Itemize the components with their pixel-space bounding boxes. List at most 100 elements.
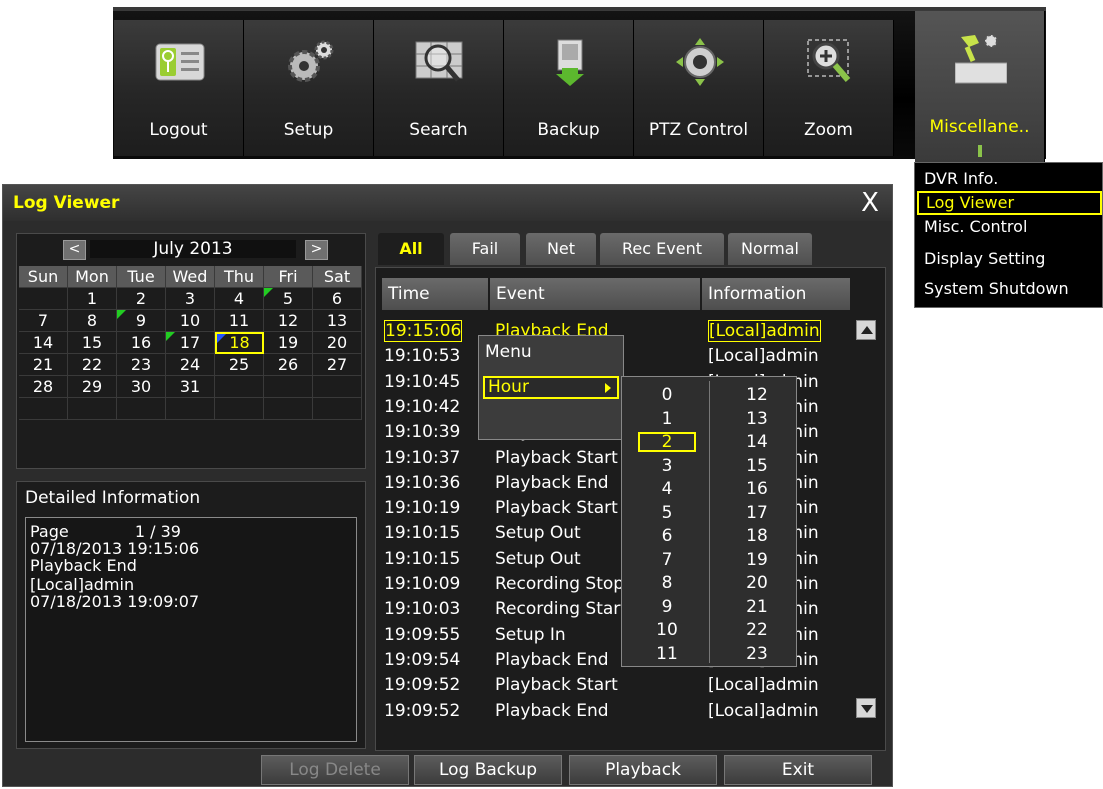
toolbar-label: Zoom [803,120,853,140]
menu-item-dvr-info[interactable]: DVR Info. [917,167,1102,191]
miscellaneous-button[interactable]: Miscellane.. [915,11,1045,163]
calendar-day[interactable]: 26 [264,354,313,376]
table-row[interactable]: 19:09:52 Playback Start [Local]admin [382,674,844,696]
miscellaneous-menu: DVR Info. Log Viewer Misc. Control Displ… [914,162,1103,308]
hour-option[interactable]: 18 [728,526,786,546]
calendar-weekday-row: Sun Mon Tue Wed Thu Fri Sat [19,266,363,288]
menu-item-system-shutdown[interactable]: System Shutdown [917,277,1102,301]
calendar-day[interactable]: 9 [117,310,166,332]
hour-option[interactable]: 8 [638,573,696,593]
calendar-day[interactable]: 17 [166,332,215,354]
hour-option[interactable]: 22 [728,620,786,640]
calendar-day[interactable]: 15 [68,332,117,354]
table-row[interactable]: 19:09:52 Playback End [Local]admin [382,700,844,722]
calendar-day[interactable]: 24 [166,354,215,376]
prev-month-button[interactable]: < [63,240,86,260]
tab-rec-event[interactable]: Rec Event [600,233,724,265]
calendar-day[interactable]: 30 [117,376,166,398]
calendar-empty-cell [264,398,313,420]
calendar-day[interactable]: 13 [313,310,362,332]
recording-mark-icon [117,310,126,319]
log-backup-button[interactable]: Log Backup [414,755,562,785]
exit-button[interactable]: Exit [724,755,872,785]
close-icon[interactable]: X [855,189,885,217]
backup-button[interactable]: Backup [504,20,634,156]
calendar-day[interactable]: 6 [313,288,362,310]
next-month-button[interactable]: > [305,240,328,260]
log-time: 19:10:42 [384,396,461,417]
calendar-day[interactable]: 28 [19,376,68,398]
tab-all[interactable]: All [378,233,444,265]
hour-option[interactable]: 12 [728,385,786,405]
hour-option[interactable]: 1 [638,409,696,429]
calendar-day[interactable]: 25 [215,354,264,376]
hour-option[interactable]: 2 [638,432,696,452]
calendar-day[interactable]: 11 [215,310,264,332]
hour-option[interactable]: 15 [728,456,786,476]
playback-button[interactable]: Playback [569,755,717,785]
hour-option[interactable]: 4 [638,479,696,499]
hour-option[interactable]: 9 [638,597,696,617]
calendar-day[interactable]: 27 [313,354,362,376]
setup-button[interactable]: Setup [244,20,374,156]
tab-normal[interactable]: Normal [728,233,812,265]
menu-item-hour[interactable]: Hour [483,376,619,399]
hour-option[interactable]: 17 [728,503,786,523]
weekday-label: Fri [264,266,313,288]
hour-option[interactable]: 0 [638,385,696,405]
menu-item-log-viewer[interactable]: Log Viewer [917,191,1102,215]
hour-option[interactable]: 7 [638,550,696,570]
calendar-day[interactable]: 1 [68,288,117,310]
hour-option[interactable]: 16 [728,479,786,499]
ptz-control-button[interactable]: PTZ Control [634,20,764,156]
hour-option[interactable]: 20 [728,573,786,593]
scroll-up-button[interactable] [856,320,876,340]
detail-title: Detailed Information [25,488,201,508]
calendar-day[interactable]: 14 [19,332,68,354]
menu-item-misc-control[interactable]: Misc. Control [917,215,1102,239]
log-time: 19:10:37 [384,447,461,468]
calendar-day[interactable]: 8 [68,310,117,332]
calendar-day[interactable]: 2 [117,288,166,310]
calendar-day[interactable]: 22 [68,354,117,376]
logout-button[interactable]: Logout [114,20,244,156]
menu-item-display-setting[interactable]: Display Setting [917,247,1102,271]
calendar-empty-cell [264,376,313,398]
calendar-day[interactable]: 4 [215,288,264,310]
detail-line: 07/18/2013 19:09:07 [30,592,200,611]
calendar-day[interactable]: 19 [264,332,313,354]
hour-option[interactable]: 3 [638,456,696,476]
calendar-day-number: 13 [326,311,348,330]
calendar-day-number: 30 [130,377,152,396]
calendar-day[interactable]: 31 [166,376,215,398]
calendar-day[interactable]: 21 [19,354,68,376]
hour-option[interactable]: 10 [638,620,696,640]
log-delete-button[interactable]: Log Delete [261,755,409,785]
weekday-label: Thu [215,266,264,288]
calendar-day[interactable]: 10 [166,310,215,332]
calendar-day[interactable]: 3 [166,288,215,310]
calendar-day[interactable]: 16 [117,332,166,354]
scroll-down-button[interactable] [856,698,876,718]
calendar-day[interactable]: 5 [264,288,313,310]
hour-option[interactable]: 13 [728,409,786,429]
calendar-day[interactable]: 18 [215,332,264,354]
hour-option[interactable]: 23 [728,644,786,664]
calendar-day[interactable]: 20 [313,332,362,354]
calendar-day[interactable]: 12 [264,310,313,332]
calendar-day[interactable]: 29 [68,376,117,398]
tab-fail[interactable]: Fail [450,233,520,265]
log-event: Playback Start [495,675,618,696]
hour-option[interactable]: 11 [638,644,696,664]
hour-option[interactable]: 5 [638,503,696,523]
zoom-button[interactable]: Zoom [764,20,894,156]
calendar-day[interactable]: 23 [117,354,166,376]
tab-net[interactable]: Net [526,233,596,265]
hour-option[interactable]: 14 [728,432,786,452]
log-time: 19:10:39 [384,422,461,443]
calendar-day[interactable]: 7 [19,310,68,332]
hour-option[interactable]: 6 [638,526,696,546]
search-button[interactable]: Search [374,20,504,156]
hour-option[interactable]: 19 [728,550,786,570]
hour-option[interactable]: 21 [728,597,786,617]
